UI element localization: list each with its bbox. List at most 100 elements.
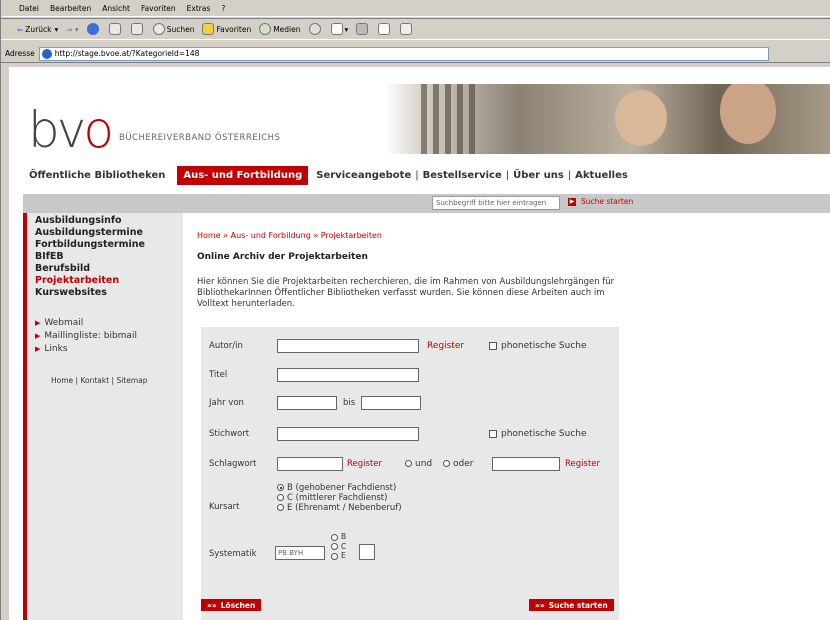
menu-datei[interactable]: Datei <box>19 4 39 13</box>
address-input[interactable]: http://stage.bvoe.at/?KategorieId=148 <box>38 46 769 61</box>
subject-or-option[interactable]: oder <box>443 459 473 469</box>
print-button[interactable] <box>356 23 370 35</box>
title-input[interactable] <box>277 368 419 382</box>
media-button[interactable]: Medien <box>259 23 301 35</box>
sidebar-link-label: Webmail <box>44 318 84 328</box>
submit-button[interactable]: »» Suche starten <box>529 599 614 611</box>
year-from-label: Jahr von <box>209 398 244 408</box>
sidebar-link-label: Links <box>44 344 68 354</box>
keyword-phonetic-option[interactable]: phonetische Suche <box>489 429 587 439</box>
discuss-icon <box>400 23 413 35</box>
forward-button[interactable]: ⇒ ▾ <box>66 25 78 34</box>
site-search-input[interactable]: Suchbegriff bitte hier eintragen <box>432 196 560 210</box>
sidebar-item-bifeb[interactable]: BIfEB <box>35 251 183 263</box>
system-option-label: B <box>341 532 347 541</box>
system-option-c[interactable]: C <box>331 542 346 552</box>
menu-extras[interactable]: Extras <box>187 4 211 13</box>
subject-register-link-2[interactable]: Register <box>565 459 600 469</box>
page-content: bvo BÜCHEREIVERBAND ÖSTERREICHS Öffentli… <box>9 67 830 620</box>
reset-button[interactable]: »» Löschen <box>201 599 262 611</box>
course-option-e[interactable]: E (Ehrenamt / Nebenberuf) <box>277 503 402 513</box>
address-bar: Adresse http://stage.bvoe.at/?KategorieI… <box>1 45 830 63</box>
menu-favoriten[interactable]: Favoriten <box>141 4 176 13</box>
stop-icon <box>86 23 99 35</box>
refresh-button[interactable] <box>108 23 123 35</box>
site-header: bvo BÜCHEREIVERBAND ÖSTERREICHS <box>23 84 830 164</box>
logo-subtitle: BÜCHEREIVERBAND ÖSTERREICHS <box>119 133 281 143</box>
system-option-e[interactable]: E <box>331 551 346 561</box>
header-photo <box>385 84 830 154</box>
nav-oeffentliche-bibliotheken[interactable]: Öffentliche Bibliotheken <box>23 170 177 181</box>
author-register-link[interactable]: Register <box>427 341 464 351</box>
course-option-c[interactable]: C (mittlerer Fachdienst) <box>277 493 402 503</box>
radio[interactable] <box>331 552 338 560</box>
refresh-icon <box>108 23 121 35</box>
radio[interactable] <box>331 533 338 541</box>
system-option-b[interactable]: B <box>331 532 346 542</box>
sidebar-footer-links[interactable]: Home | Kontakt | Sitemap <box>35 376 183 385</box>
radio-selected[interactable] <box>277 484 284 491</box>
radio[interactable] <box>331 543 338 550</box>
edit-icon <box>378 23 391 35</box>
course-options: B (gehobener Fachdienst) C (mittlerer Fa… <box>277 483 402 513</box>
system-code-input[interactable] <box>359 544 375 560</box>
edit-button[interactable] <box>378 23 392 35</box>
radio[interactable] <box>277 504 284 511</box>
checkbox[interactable] <box>489 429 497 438</box>
mail-icon <box>330 23 343 35</box>
sidebar: Ausbildungsinfo Ausbildungstermine Fortb… <box>23 213 183 620</box>
sidebar-item-projektarbeiten[interactable]: Projektarbeiten <box>35 275 183 287</box>
menu-ansicht[interactable]: Ansicht <box>102 4 130 13</box>
search-button[interactable]: Suchen <box>152 23 194 35</box>
intro-text: Hier können Sie die Projektarbeiten rech… <box>197 277 615 309</box>
site-search-button[interactable]: ▶ Suche starten <box>568 197 633 206</box>
sidebar-item-fortbildungstermine[interactable]: Fortbildungstermine <box>35 239 183 251</box>
history-button[interactable] <box>308 23 323 35</box>
subject-and-option[interactable]: und <box>405 459 432 469</box>
media-icon <box>259 23 272 35</box>
checkbox[interactable] <box>489 341 497 350</box>
author-label: Autor/in <box>209 341 243 351</box>
nav-aktuelles[interactable]: Aktuelles <box>571 170 632 181</box>
subject-register-link-1[interactable]: Register <box>347 459 382 469</box>
year-to-input[interactable] <box>361 396 421 410</box>
sidebar-item-ausbildungstermine[interactable]: Ausbildungstermine <box>35 227 183 239</box>
year-to-label: bis <box>343 398 356 408</box>
sidebar-item-berufsbild[interactable]: Berufsbild <box>35 263 183 275</box>
address-url: http://stage.bvoe.at/?KategorieId=148 <box>54 49 200 58</box>
course-option-b[interactable]: B (gehobener Fachdienst) <box>277 483 402 493</box>
radio[interactable] <box>405 460 412 467</box>
sidebar-link-webmail[interactable]: ▶ Webmail <box>35 317 183 330</box>
favorites-button[interactable]: Favoriten <box>202 23 251 35</box>
radio[interactable] <box>443 460 450 467</box>
mail-button[interactable]: ▾ <box>330 23 348 35</box>
menu-bearbeiten[interactable]: Bearbeiten <box>50 4 91 13</box>
sidebar-link-links[interactable]: ▶ Links <box>35 343 183 356</box>
menu-help[interactable]: ? <box>221 4 225 13</box>
discuss-button[interactable] <box>400 23 414 35</box>
year-from-input[interactable] <box>277 396 337 410</box>
sidebar-link-label: Maillingliste: bibmail <box>44 331 137 341</box>
nav-bestellservice[interactable]: Bestellservice <box>419 170 506 181</box>
menu-bar: Datei Bearbeiten Ansicht Favoriten Extra… <box>1 0 830 17</box>
breadcrumb[interactable]: Home » Aus- und Forbildung » Projektarbe… <box>197 231 382 240</box>
author-input[interactable] <box>277 339 419 353</box>
author-phonetic-option[interactable]: phonetische Suche <box>489 341 587 351</box>
subject-input-1[interactable] <box>277 457 343 471</box>
favorites-label: Favoriten <box>216 24 252 34</box>
sidebar-item-ausbildungsinfo[interactable]: Ausbildungsinfo <box>35 215 183 227</box>
home-button[interactable] <box>130 23 145 35</box>
bvo-logo[interactable]: bvo <box>28 105 114 155</box>
search-icon <box>152 23 165 35</box>
nav-ueber-uns[interactable]: Über uns <box>509 170 568 181</box>
subject-input-2[interactable] <box>492 457 560 471</box>
back-label: Zurück <box>25 24 52 34</box>
sidebar-link-mailingliste[interactable]: ▶ Maillingliste: bibmail <box>35 330 183 343</box>
radio[interactable] <box>277 494 284 501</box>
stop-button[interactable] <box>86 23 101 35</box>
nav-serviceangebote[interactable]: Serviceangebote <box>308 170 415 181</box>
keyword-input[interactable] <box>277 427 419 441</box>
nav-aus-und-fortbildung[interactable]: Aus- und Fortbildung <box>177 165 309 185</box>
back-button[interactable]: ⇐ Zurück ▾ <box>17 25 58 34</box>
sidebar-item-kurswebsites[interactable]: Kurswebsites <box>35 287 183 299</box>
